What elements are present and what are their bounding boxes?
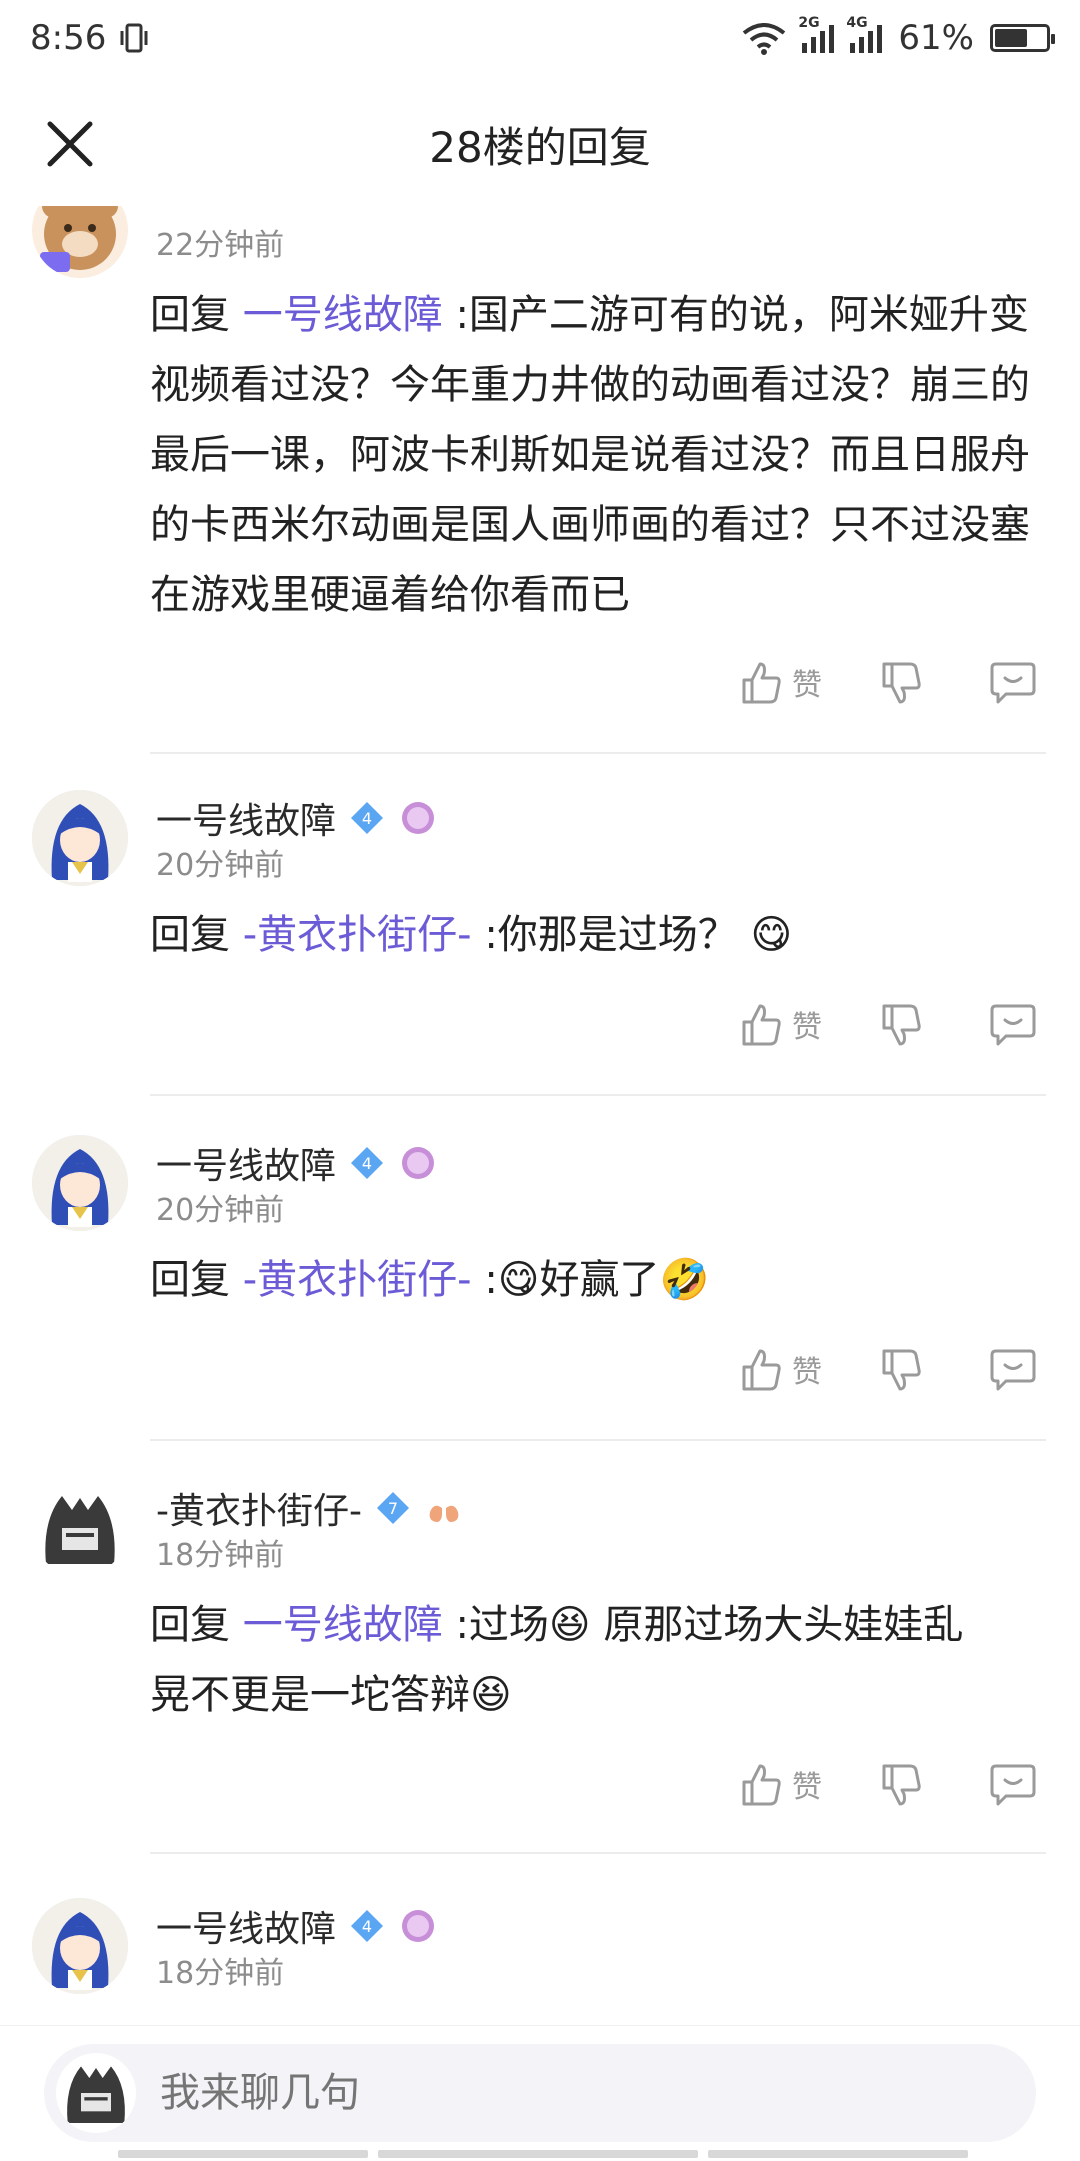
status-bar: 8:56 2G 4G 61% [0,0,1080,76]
battery-icon [990,24,1055,52]
avatar[interactable] [32,1135,128,1231]
username[interactable]: -黄衣扑街仔- 7 [156,1482,464,1534]
username[interactable]: 一号线故障 4 [156,1900,438,1952]
thumb-down-icon[interactable] [880,1002,922,1046]
like-button[interactable]: 赞 [740,1002,822,1046]
anime-girl-avatar-icon [32,1135,128,1231]
reply-prefix: 回复 [150,912,230,958]
composer-bar [0,2025,1080,2161]
username-text: 一号线故障 [156,1146,337,1187]
like-label: 赞 [792,1770,822,1805]
level-number: 4 [362,809,372,828]
mention-link[interactable]: -黄衣扑街仔- [243,1257,472,1303]
reply-actions: 赞 [0,1347,1080,1407]
reply-content-continued: 晃不更是一坨答辩😆 [150,1672,512,1718]
wifi-icon [743,23,786,55]
mention-link[interactable]: -黄衣扑街仔- [243,912,472,958]
reply-text: 回复 -黄衣扑街仔- :你那是过场？ 😋 [150,900,1040,970]
like-button[interactable]: 赞 [740,1762,822,1806]
diamond-level-icon: 7 [376,1492,409,1524]
anime-girl-avatar-icon [32,1898,128,1994]
reply-content: :过场😆 原那过场大头娃娃乱 [455,1602,964,1648]
reply-text: 回复 -黄衣扑街仔- :😋好赢了🤣 [150,1245,1040,1315]
username[interactable]: 一号线故障 4 [156,1137,438,1189]
comment-icon[interactable] [990,1347,1036,1391]
vibrate-icon [120,23,148,53]
divider [150,1094,1046,1096]
armor-avatar-icon [56,2053,136,2133]
header: 28楼的回复 [0,76,1080,206]
thumb-down-icon[interactable] [880,660,922,704]
reply-text: 回复 一号线故障 :过场😆 原那过场大头娃娃乱 晃不更是一坨答辩😆 [150,1590,1040,1730]
keyboard-hint-strip [118,2150,968,2160]
avatar[interactable] [32,1898,128,1994]
username-text: 一号线故障 [156,1909,337,1950]
reply-content: :国产二游可有的说，阿米娅升变视频看过没？今年重力井做的动画看过没？崩三的最后一… [150,292,1030,618]
timestamp: 22分钟前 [156,228,285,263]
username-text: 一号线故障 [156,801,337,842]
thumb-down-icon[interactable] [880,1762,922,1806]
signal-4g-icon: 4G [846,15,883,53]
reply-text: 回复 一号线故障 :国产二游可有的说，阿米娅升变视频看过没？今年重力井做的动画看… [150,280,1040,630]
diamond-level-icon: 4 [351,1910,384,1942]
lungs-badge-icon [429,1496,459,1522]
thumb-up-icon [742,1349,781,1391]
avatar[interactable] [32,790,128,886]
level-number: 4 [362,1154,372,1173]
reply-content: :你那是过场？ 😋 [484,912,793,958]
level-number: 7 [388,1499,398,1518]
avatar[interactable] [32,1480,128,1576]
medal-icon [402,802,435,834]
diamond-level-icon: 4 [351,1147,384,1179]
like-button[interactable]: 赞 [740,1347,822,1391]
signal-4g-label: 4G [846,15,868,31]
divider [150,1852,1046,1854]
signal-2g-icon: 2G [798,15,835,53]
armor-avatar-icon [32,1480,128,1576]
thumb-down-icon[interactable] [880,1347,922,1391]
comment-icon[interactable] [990,660,1036,704]
username-text: -黄衣扑街仔- [156,1491,362,1532]
medal-icon [402,1147,435,1179]
status-time: 8:56 [30,18,107,58]
reply-actions: 赞 [0,1762,1080,1822]
like-label: 赞 [792,668,822,703]
divider [150,1439,1046,1441]
reply-prefix: 回复 [150,292,230,338]
timestamp: 18分钟前 [156,1956,285,1991]
reply-content: :😋好赢了🤣 [484,1257,710,1303]
timestamp: 20分钟前 [156,848,285,883]
reply-actions: 赞 [0,1002,1080,1062]
medal-icon [402,1910,435,1942]
reply-prefix: 回复 [150,1257,230,1303]
level-number: 4 [362,1917,372,1936]
like-label: 赞 [792,1355,822,1390]
thumb-up-icon [742,1004,781,1046]
like-label: 赞 [792,1010,822,1045]
page-title: 28楼的回复 [429,123,651,172]
anime-girl-avatar-icon [32,790,128,886]
divider [150,752,1046,754]
mention-link[interactable]: 一号线故障 [243,1602,443,1648]
thumb-up-icon [742,662,781,704]
comment-icon[interactable] [990,1002,1036,1046]
signal-2g-label: 2G [798,15,820,31]
username[interactable]: 一号线故障 4 [156,792,438,844]
battery-fill [995,29,1027,47]
reply-actions: 赞 [0,660,1080,720]
my-avatar [56,2053,136,2133]
diamond-level-icon: 4 [351,802,384,834]
thumb-up-icon [742,1764,781,1806]
timestamp: 18分钟前 [156,1538,285,1573]
mention-link[interactable]: 一号线故障 [243,292,443,338]
composer[interactable] [44,2044,1036,2142]
timestamp: 20分钟前 [156,1193,285,1228]
comment-input[interactable] [158,2069,962,2117]
reply-prefix: 回复 [150,1602,230,1648]
battery-percent: 61% [898,18,974,58]
like-button[interactable]: 赞 [740,660,822,704]
comment-icon[interactable] [990,1762,1036,1806]
reply-list[interactable]: 22分钟前 回复 一号线故障 :国产二游可有的说，阿米娅升变视频看过没？今年重力… [0,190,1080,2025]
